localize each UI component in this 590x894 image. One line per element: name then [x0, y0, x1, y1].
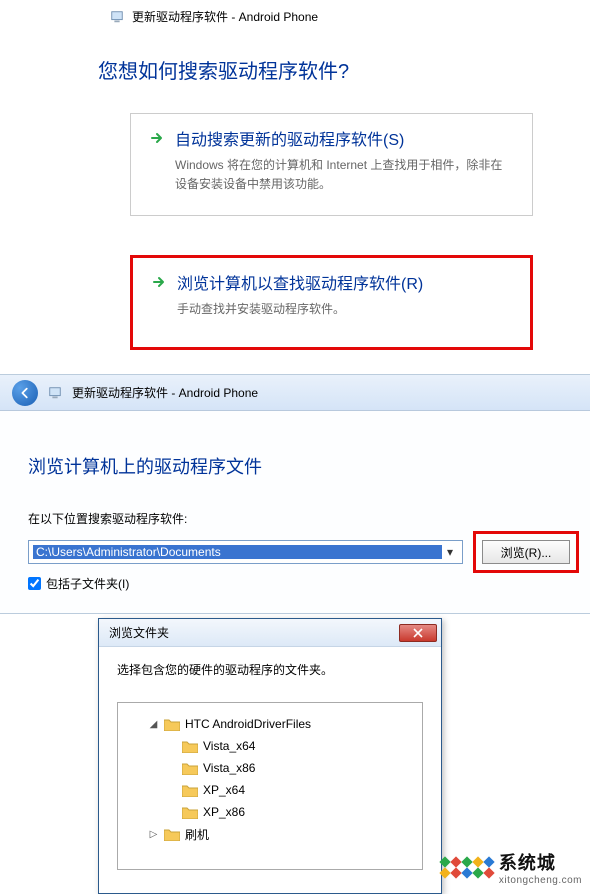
dialog-message: 选择包含您的硬件的驱动程序的文件夹。 — [99, 647, 441, 692]
wizard-header: 更新驱动程序软件 - Android Phone — [132, 8, 318, 25]
watermark: 系统城 xitongcheng.com — [441, 849, 582, 886]
watermark-name: 系统城 — [499, 849, 582, 875]
tree-node-child[interactable]: XP_x86 — [182, 801, 414, 823]
option-browse-title: 浏览计算机以查找驱动程序软件(R) — [177, 270, 423, 294]
folder-icon — [164, 718, 180, 731]
option-auto-search[interactable]: 自动搜索更新的驱动程序软件(S) Windows 将在您的计算机和 Intern… — [130, 113, 533, 216]
folder-icon — [182, 806, 198, 819]
arrow-right-icon — [151, 274, 167, 290]
folder-icon — [164, 828, 180, 841]
back-button[interactable] — [12, 380, 38, 406]
close-icon — [413, 628, 423, 638]
include-subfolders-option[interactable]: 包括子文件夹(I) — [28, 575, 129, 592]
option-auto-title: 自动搜索更新的驱动程序软件(S) — [175, 126, 404, 150]
tree-node-label: HTC AndroidDriverFiles — [185, 717, 311, 731]
folder-tree[interactable]: ◢ HTC AndroidDriverFiles Vista_x64 Vista… — [117, 702, 423, 870]
folder-icon — [182, 762, 198, 775]
include-subfolders-label: 包括子文件夹(I) — [46, 575, 129, 592]
option-browse-computer[interactable]: 浏览计算机以查找驱动程序软件(R) 手动查找并安装驱动程序软件。 — [130, 255, 533, 350]
arrow-left-icon — [18, 386, 32, 400]
watermark-url: xitongcheng.com — [499, 875, 582, 886]
expand-icon[interactable]: ▷ — [148, 829, 159, 840]
wizard-question: 您想如何搜索驱动程序软件? — [98, 55, 349, 84]
search-location-label: 在以下位置搜索驱动程序软件: — [28, 510, 187, 527]
close-button[interactable] — [399, 624, 437, 642]
option-auto-desc: Windows 将在您的计算机和 Internet 上查找用于相件，除非在设备安… — [175, 156, 514, 193]
browse-folder-dialog: 浏览文件夹 选择包含您的硬件的驱动程序的文件夹。 ◢ HTC AndroidDr… — [98, 618, 442, 894]
path-combobox[interactable]: C:\Users\Administrator\Documents ▾ — [28, 540, 463, 564]
option-browse-desc: 手动查找并安装驱动程序软件。 — [177, 300, 512, 319]
path-value: C:\Users\Administrator\Documents — [33, 545, 442, 559]
dropdown-icon[interactable]: ▾ — [442, 545, 458, 559]
tree-node-child[interactable]: Vista_x64 — [182, 735, 414, 757]
tree-node-root[interactable]: ◢ HTC AndroidDriverFiles — [148, 713, 414, 735]
tree-node-label: 刷机 — [185, 826, 209, 843]
dialog-title: 浏览文件夹 — [109, 624, 169, 641]
tree-node-label: Vista_x86 — [203, 761, 255, 775]
tree-node-label: Vista_x64 — [203, 739, 255, 753]
watermark-logo-icon — [441, 858, 493, 877]
tree-node-label: XP_x86 — [203, 805, 245, 819]
tree-node-label: XP_x64 — [203, 783, 245, 797]
collapse-icon[interactable]: ◢ — [148, 719, 159, 730]
browse-page-header: 更新驱动程序软件 - Android Phone — [72, 384, 258, 401]
include-subfolders-checkbox[interactable] — [28, 577, 41, 590]
tree-node-child[interactable]: Vista_x86 — [182, 757, 414, 779]
folder-icon — [182, 740, 198, 753]
browse-button[interactable]: 浏览(R)... — [482, 540, 570, 564]
arrow-right-icon — [149, 130, 165, 146]
device-icon — [110, 10, 124, 24]
folder-icon — [182, 784, 198, 797]
browse-page-title: 浏览计算机上的驱动程序文件 — [28, 453, 262, 479]
tree-node-sibling[interactable]: ▷ 刷机 — [148, 823, 414, 845]
device-icon — [48, 386, 62, 400]
tree-node-child[interactable]: XP_x64 — [182, 779, 414, 801]
